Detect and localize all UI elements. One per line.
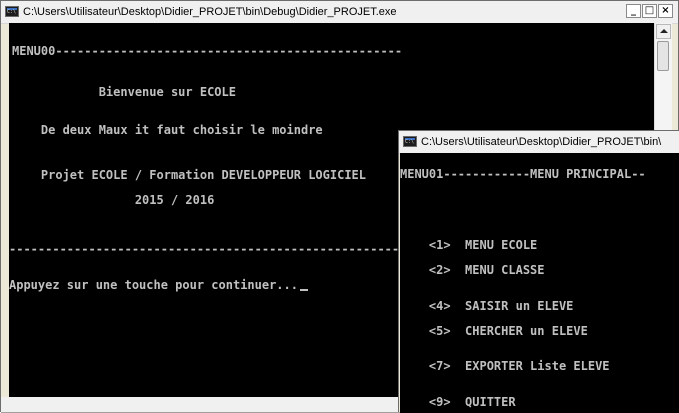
menu-header-line: MENU01------------MENU PRINCIPAL-- — [400, 167, 646, 181]
welcome-line: Bienvenue sur ECOLE — [12, 85, 236, 99]
window-controls: _ □ × — [625, 4, 673, 19]
maximize-button[interactable]: □ — [642, 4, 657, 18]
window-title: C:\Users\Utilisateur\Desktop\Didier_PROJ… — [421, 136, 662, 148]
title-bar[interactable]: C:\Users\Utilisateur\Desktop\Didier_PROJ… — [1, 1, 678, 24]
menu-item: <9> QUITTER — [400, 395, 516, 409]
scroll-up-button[interactable] — [656, 24, 671, 39]
scroll-thumb[interactable] — [657, 41, 669, 71]
console-output[interactable]: MENU01------------MENU PRINCIPAL-- <1> M… — [400, 153, 679, 413]
project-line: Projet ECOLE / Formation DEVELOPPEUR LOG… — [12, 168, 367, 182]
menu-header-line: MENU00----------------------------------… — [12, 44, 403, 58]
window-title: C:\Users\Utilisateur\Desktop\Didier_PROJ… — [23, 6, 397, 18]
menu-item: <4> SAISIR un ELEVE — [400, 299, 574, 313]
prompt-line: Appuyez sur une touche pour continuer... — [9, 278, 308, 292]
minimize-button[interactable]: _ — [626, 4, 641, 18]
proverb-line: De deux Maux it faut choisir le moindre — [12, 123, 323, 137]
console-window-menu[interactable]: C:\Users\Utilisateur\Desktop\Didier_PROJ… — [398, 130, 679, 413]
menu-item: <5> CHERCHER un ELEVE — [400, 324, 588, 338]
years-line: 2015 / 2016 — [12, 193, 215, 207]
menu-item: <7> EXPORTER Liste ELEVE — [400, 359, 610, 373]
title-bar[interactable]: C:\Users\Utilisateur\Desktop\Didier_PROJ… — [399, 131, 679, 154]
text-cursor — [299, 289, 308, 291]
console-app-icon — [5, 6, 19, 17]
close-button[interactable]: × — [658, 4, 673, 18]
menu-item: <1> MENU ECOLE — [400, 238, 538, 252]
console-app-icon — [403, 136, 417, 147]
prompt-text: Appuyez sur une touche pour continuer... — [9, 278, 298, 292]
menu-item: <2> MENU CLASSE — [400, 263, 545, 277]
